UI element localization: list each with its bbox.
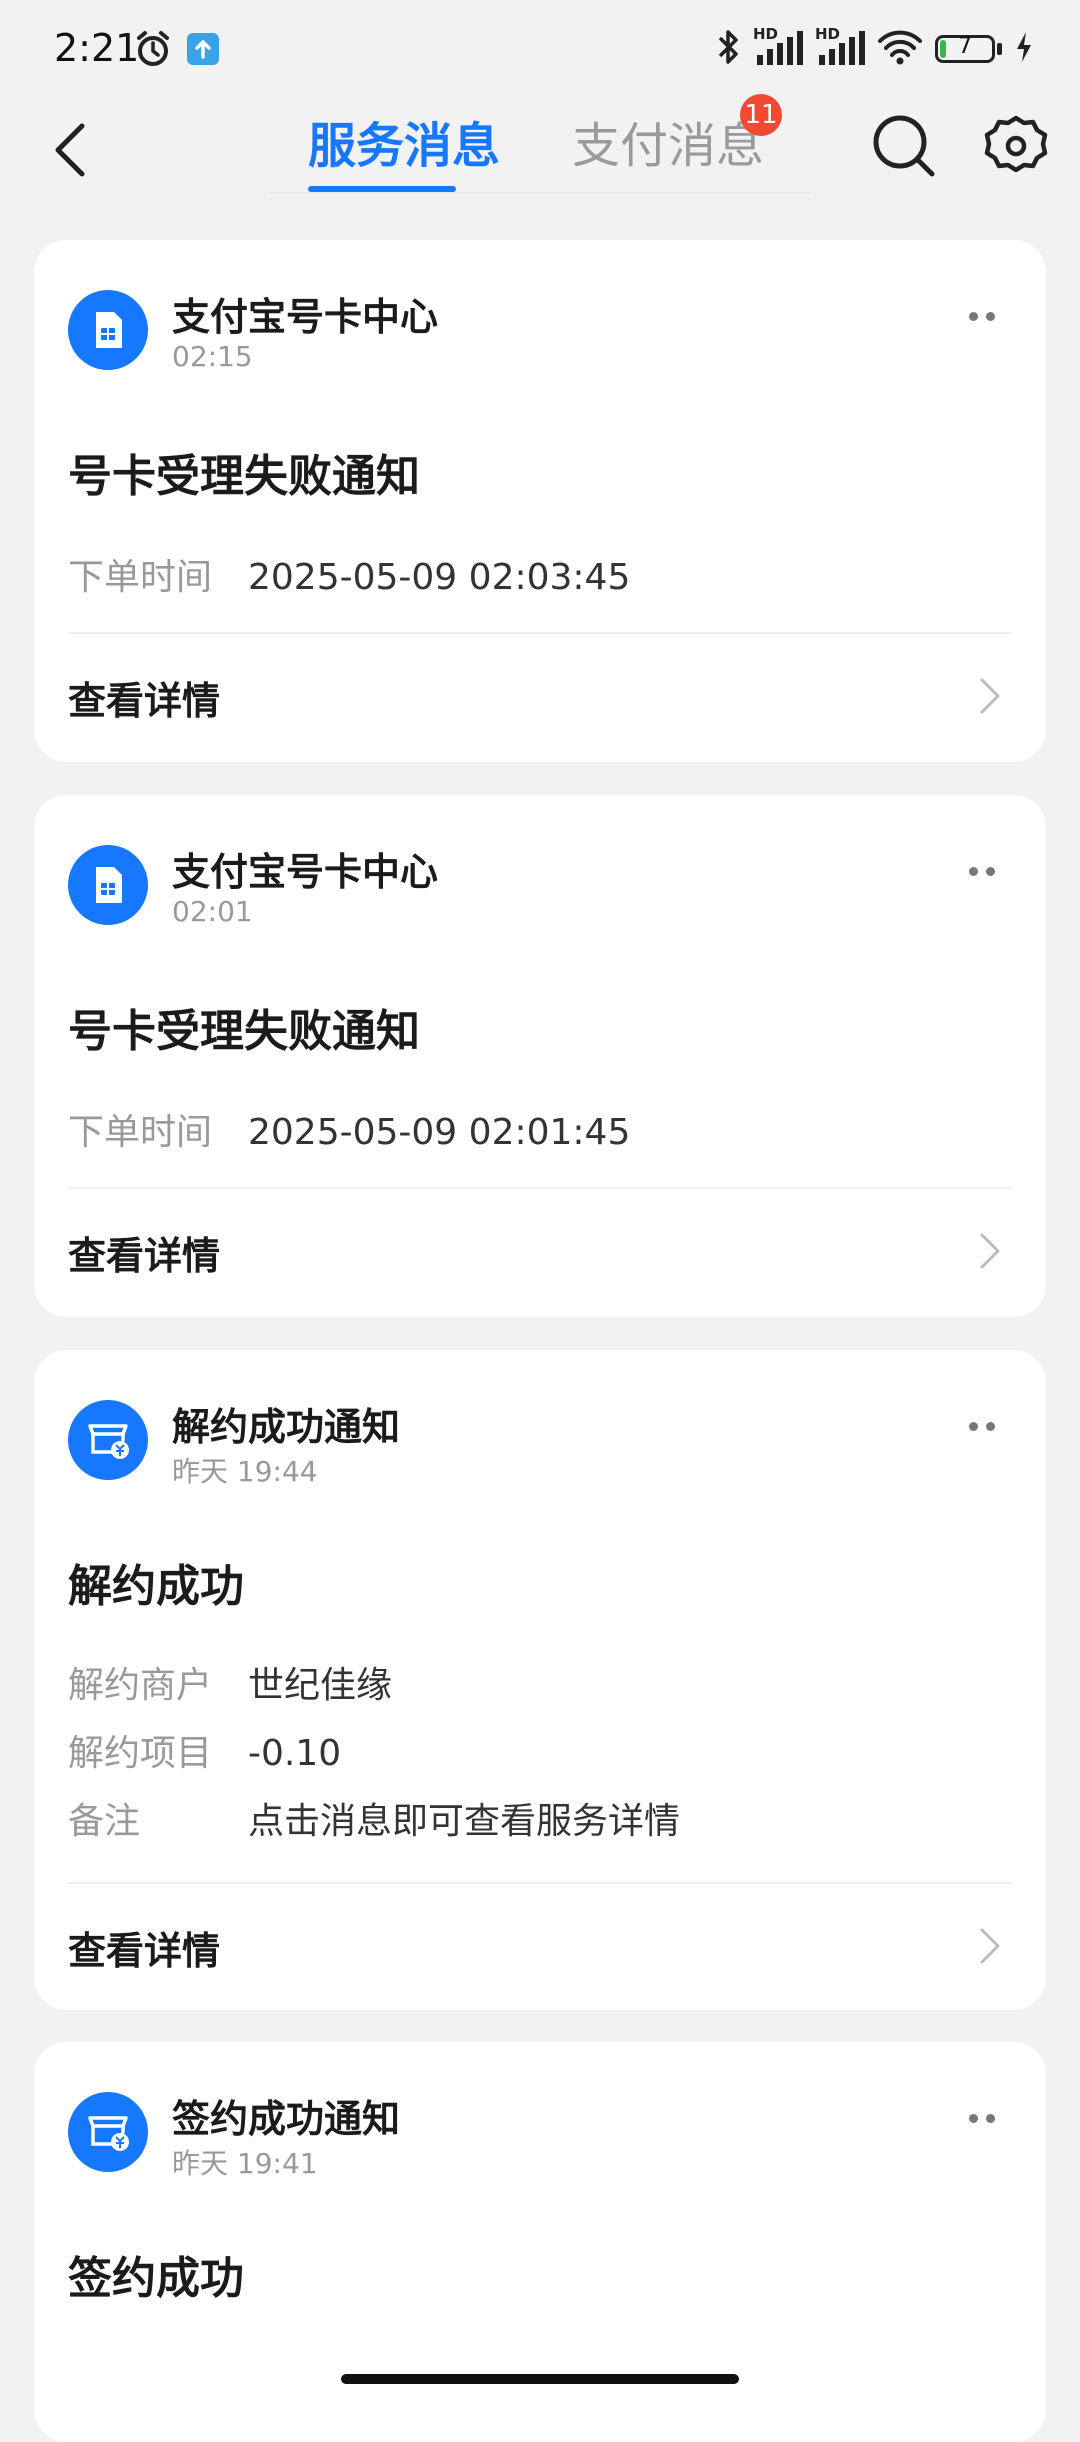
view-details-button[interactable]: 查看详情 — [34, 634, 1046, 754]
field-value: 世纪佳缘 — [248, 1665, 393, 1706]
tab-service-messages[interactable]: 服务消息 — [308, 106, 500, 176]
back-button[interactable] — [40, 110, 100, 190]
message-card[interactable]: 解约成功通知 昨天 19:44 解约成功 解约商户 世纪佳缘 解约项目 -0.10 … — [34, 1350, 1046, 2010]
sender-name: 签约成功通知 — [172, 2097, 401, 2141]
field-value: 点击消息即可查看服务详情 — [248, 1801, 681, 1842]
upload-icon — [186, 32, 220, 66]
dot-icon — [986, 311, 995, 321]
sender-name: 支付宝号卡中心 — [172, 295, 439, 339]
dot-icon — [986, 866, 995, 876]
field-row: 解约项目 -0.10 — [68, 1724, 341, 1776]
battery-level: 7 — [958, 34, 972, 59]
more-options-button[interactable] — [952, 851, 1012, 891]
sender-name: 支付宝号卡中心 — [172, 850, 439, 894]
dot-icon — [969, 2113, 978, 2123]
dot-icon — [969, 1421, 978, 1431]
alarm-icon — [134, 30, 172, 68]
header: 服务消息 支付消息 11 — [0, 94, 1080, 210]
status-time: 2:21 — [54, 26, 140, 70]
chevron-right-icon — [980, 678, 1000, 714]
merchant-icon — [68, 2092, 148, 2172]
view-details-button[interactable]: 查看详情 — [34, 1189, 1046, 1309]
field-label: 下单时间 — [68, 1112, 213, 1153]
field-label: 下单时间 — [68, 557, 213, 598]
charging-icon — [1014, 30, 1034, 68]
home-indicator[interactable] — [341, 2374, 739, 2384]
more-options-button[interactable] — [952, 2098, 1012, 2138]
search-button[interactable] — [868, 110, 940, 182]
chevron-right-icon — [980, 1233, 1000, 1269]
gear-icon — [984, 115, 1048, 173]
battery-icon: 7 — [935, 34, 995, 63]
view-details-button[interactable]: 查看详情 — [34, 1884, 1046, 2004]
dot-icon — [969, 311, 978, 321]
more-options-button[interactable] — [952, 1406, 1012, 1446]
message-time: 02:01 — [172, 895, 253, 928]
view-details-label: 查看详情 — [68, 1929, 221, 1973]
sender-name: 解约成功通知 — [172, 1405, 401, 1449]
field-value: 2025-05-09 02:01:45 — [248, 1112, 631, 1153]
message-tabs: 服务消息 支付消息 11 — [270, 94, 810, 196]
status-bar: 2:21 HD HD 7 — [0, 0, 1080, 100]
message-title: 号卡受理失败通知 — [68, 451, 420, 502]
tab-payment-messages[interactable]: 支付消息 — [572, 106, 764, 176]
message-card[interactable]: 支付宝号卡中心 02:15 号卡受理失败通知 下单时间 2025-05-09 02… — [34, 240, 1046, 762]
field-row: 解约商户 世纪佳缘 — [68, 1656, 392, 1708]
dot-icon — [969, 866, 978, 876]
message-time: 昨天 19:41 — [172, 2147, 318, 2180]
field-label: 解约项目 — [68, 1733, 213, 1774]
message-title: 签约成功 — [68, 2253, 244, 2304]
field-value: 2025-05-09 02:03:45 — [248, 557, 631, 598]
field-value: -0.10 — [248, 1733, 342, 1774]
sim-card-icon — [68, 845, 148, 925]
message-title: 号卡受理失败通知 — [68, 1006, 420, 1057]
field-row: 备注 点击消息即可查看服务详情 — [68, 1792, 680, 1844]
more-options-button[interactable] — [952, 296, 1012, 336]
wifi-icon — [877, 29, 923, 69]
field-label: 备注 — [68, 1801, 141, 1842]
signal-hd-icon: HD — [815, 25, 865, 69]
message-time: 02:15 — [172, 340, 253, 373]
search-icon — [873, 115, 935, 177]
message-time: 昨天 19:44 — [172, 1455, 318, 1488]
message-title: 解约成功 — [68, 1561, 244, 1612]
merchant-icon — [68, 1400, 148, 1480]
settings-button[interactable] — [980, 110, 1052, 182]
message-card[interactable]: 支付宝号卡中心 02:01 号卡受理失败通知 下单时间 2025-05-09 02… — [34, 795, 1046, 1317]
chevron-left-icon — [55, 123, 85, 177]
view-details-label: 查看详情 — [68, 1234, 221, 1278]
view-details-label: 查看详情 — [68, 679, 221, 723]
unread-badge: 11 — [740, 94, 782, 136]
dot-icon — [986, 2113, 995, 2123]
dot-icon — [986, 1421, 995, 1431]
chevron-right-icon — [980, 1928, 1000, 1964]
field-row: 下单时间 2025-05-09 02:01:45 — [68, 1103, 630, 1155]
signal-hd-icon: HD — [753, 25, 803, 69]
sim-card-icon — [68, 290, 148, 370]
field-label: 解约商户 — [68, 1665, 213, 1706]
bluetooth-icon — [715, 28, 741, 70]
field-row: 下单时间 2025-05-09 02:03:45 — [68, 548, 630, 600]
